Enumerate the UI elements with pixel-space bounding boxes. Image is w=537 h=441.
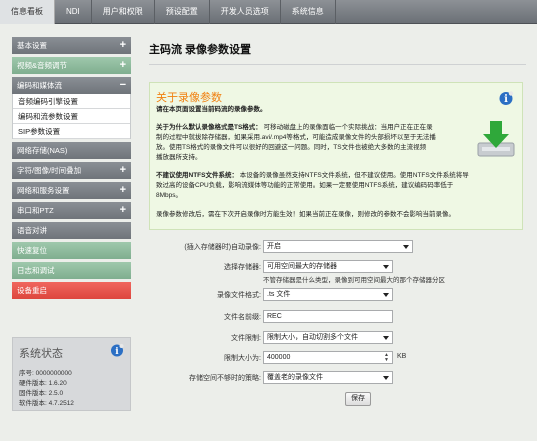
download-icon — [476, 119, 516, 161]
tab-dashboard[interactable]: 信息看板 — [0, 0, 55, 24]
info-note: 录像参数修改后，需在下次开启录像时方能生效！如果当前正在录像，则修改的参数不会影… — [156, 211, 455, 218]
sidebar-item-device-reboot[interactable]: 设备重启 — [12, 282, 131, 299]
sidebar-item-encoding-streams[interactable]: 编码和媒体流 − — [12, 77, 131, 94]
firmware-version: 固件版本: 2.5.0 — [19, 390, 64, 397]
stepper-arrows-icon[interactable]: ▲ ▼ — [384, 353, 390, 363]
hardware-version: 硬件版本: 1.6.20 — [19, 380, 67, 387]
format-select[interactable]: .ts 文件 — [263, 288, 393, 301]
tab-ndi[interactable]: NDI — [55, 0, 92, 24]
sidebar-item-intercom[interactable]: 语音对讲 — [12, 222, 131, 239]
storage-hint: 不管存储器是什么类型，录像到可用空间最大的那个存储器分区 — [263, 277, 445, 284]
prefix-input[interactable]: REC — [263, 310, 393, 323]
sidebar-item-label: 日志和调试 — [17, 266, 55, 275]
tab-presets[interactable]: 预设配置 — [155, 0, 210, 24]
prefix-label: 文件名前缀: — [224, 314, 261, 321]
autorecord-label: (插入存储器时)自动录像: — [184, 244, 261, 251]
tab-system-info[interactable]: 系统信息 — [281, 0, 336, 24]
autorecord-select[interactable]: 开启 — [263, 240, 413, 253]
expand-icon: + — [119, 59, 126, 71]
page-title: 主码流 录像参数设置 — [149, 44, 252, 56]
form-row-format: 录像文件格式: .ts 文件 — [149, 288, 526, 302]
sidebar-item-overlay[interactable]: 字符/图像/时间叠加 + — [12, 162, 131, 179]
limit-label: 文件限制: — [231, 335, 261, 342]
info-icon[interactable]: i — [498, 91, 514, 108]
sidebar-item-label: 快速复位 — [17, 246, 47, 255]
sidebar-item-label: 语音对讲 — [17, 226, 47, 235]
sidebar-submenu: 音频编码引擎设置 编码和流参数设置 SIP参数设置 — [12, 94, 131, 139]
sidebar-subitem-encoding-stream-params[interactable]: 编码和流参数设置 — [13, 109, 130, 124]
form-row-storage: 选择存储器: 可用空间最大的存储器 不管存储器是什么类型，录像到可用空间最大的那… — [149, 260, 526, 284]
software-version: 软件版本: 4.7.2512 — [19, 400, 74, 407]
svg-text:i: i — [115, 347, 119, 357]
form-row-limit: 文件限制: 限制大小，自动切割多个文件 — [149, 331, 526, 345]
sidebar: 基本设置 + 视频&音频调节 + 编码和媒体流 − 音频编码引擎设置 编码和流参数设置… — [12, 37, 131, 302]
sidebar-item-label: 视频&音频调节 — [17, 61, 68, 70]
sidebar-item-label: 编码和媒体流 — [17, 81, 62, 90]
sidebar-item-label: 网络和服务设置 — [17, 186, 70, 195]
sidebar-item-label: 基本设置 — [17, 41, 47, 50]
form-row-autorecord: (插入存储器时)自动录像: 开启 — [149, 240, 526, 254]
size-input[interactable]: 400000 ▲ ▼ — [263, 351, 393, 364]
info-intro: 请在本页面设置当前码流的录像参数。 — [156, 106, 267, 113]
info-box: 关于录像参数 i 请在本页面设置当前码流的录像参数。 关于为什么默认录像格式是T… — [149, 82, 523, 230]
form-row-size: 限制大小为: 400000 ▲ ▼ KB — [149, 351, 526, 365]
storage-label: 选择存储器: — [224, 264, 261, 271]
size-unit: KB — [397, 353, 407, 360]
sidebar-item-label: 设备重启 — [17, 286, 47, 295]
tab-users-permissions[interactable]: 用户和权限 — [92, 0, 155, 24]
storage-select[interactable]: 可用空间最大的存储器 — [263, 260, 393, 273]
limit-select[interactable]: 限制大小，自动切割多个文件 — [263, 331, 393, 344]
policy-label: 存储空间不够时的策略: — [189, 375, 261, 382]
sidebar-item-network-services[interactable]: 网络和服务设置 + — [12, 182, 131, 199]
size-value: 400000 — [267, 354, 291, 361]
expand-icon: + — [119, 164, 126, 176]
top-navigation: 信息看板 NDI 用户和权限 预设配置 开发人员选项 系统信息 — [0, 0, 336, 24]
info-title: 关于录像参数 — [156, 92, 222, 104]
save-button[interactable]: 保存 — [345, 392, 371, 406]
form-row-policy: 存储空间不够时的策略: 覆盖老的录像文件 — [149, 371, 526, 385]
svg-text:i: i — [504, 94, 508, 105]
top-bar: 信息看板 NDI 用户和权限 预设配置 开发人员选项 系统信息 — [0, 0, 537, 24]
form-row-prefix: 文件名前缀: REC — [149, 310, 526, 324]
expand-icon: + — [119, 204, 126, 216]
system-status-panel: 系统状态 i 序号: 0000000000 硬件版本: 1.6.20 固件版本:… — [12, 337, 131, 411]
sidebar-item-label: 串口和PTZ — [17, 206, 54, 215]
tab-developer-options[interactable]: 开发人员选项 — [210, 0, 281, 24]
sidebar-item-serial-ptz[interactable]: 串口和PTZ + — [12, 202, 131, 219]
system-status-title: 系统状态 — [19, 348, 63, 360]
sidebar-item-video-audio[interactable]: 视频&音频调节 + — [12, 57, 131, 74]
sidebar-item-logs-debug[interactable]: 日志和调试 — [12, 262, 131, 279]
format-label: 录像文件格式: — [217, 292, 261, 299]
sidebar-subitem-sip-params[interactable]: SIP参数设置 — [13, 124, 130, 139]
info-ntfs-paragraph: 不建议使用NTFS文件系统： 本设备的录像虽然支持NTFS文件系统，但不建议使用… — [156, 172, 469, 199]
sidebar-item-nas[interactable]: 网络存储(NAS) — [12, 142, 131, 159]
serial-number: 序号: 0000000000 — [19, 370, 72, 377]
policy-select[interactable]: 覆盖老的录像文件 — [263, 371, 393, 384]
info-ts-paragraph: 关于为什么默认录像格式是TS格式： 可移动磁盘上的录像面临一个实际挑战：当用户正… — [156, 124, 436, 161]
expand-icon: + — [119, 39, 126, 51]
sidebar-item-label: 网络存储(NAS) — [17, 146, 68, 155]
expand-icon: + — [119, 184, 126, 196]
info-icon[interactable]: i — [110, 344, 124, 359]
sidebar-subitem-audio-encoder[interactable]: 音频编码引擎设置 — [13, 94, 130, 109]
sidebar-item-quick-reset[interactable]: 快速复位 — [12, 242, 131, 259]
collapse-icon: − — [119, 79, 126, 91]
sidebar-item-label: 字符/图像/时间叠加 — [17, 166, 82, 175]
size-label: 限制大小为: — [224, 355, 261, 362]
sidebar-item-basic-settings[interactable]: 基本设置 + — [12, 37, 131, 54]
title-divider — [149, 64, 526, 65]
